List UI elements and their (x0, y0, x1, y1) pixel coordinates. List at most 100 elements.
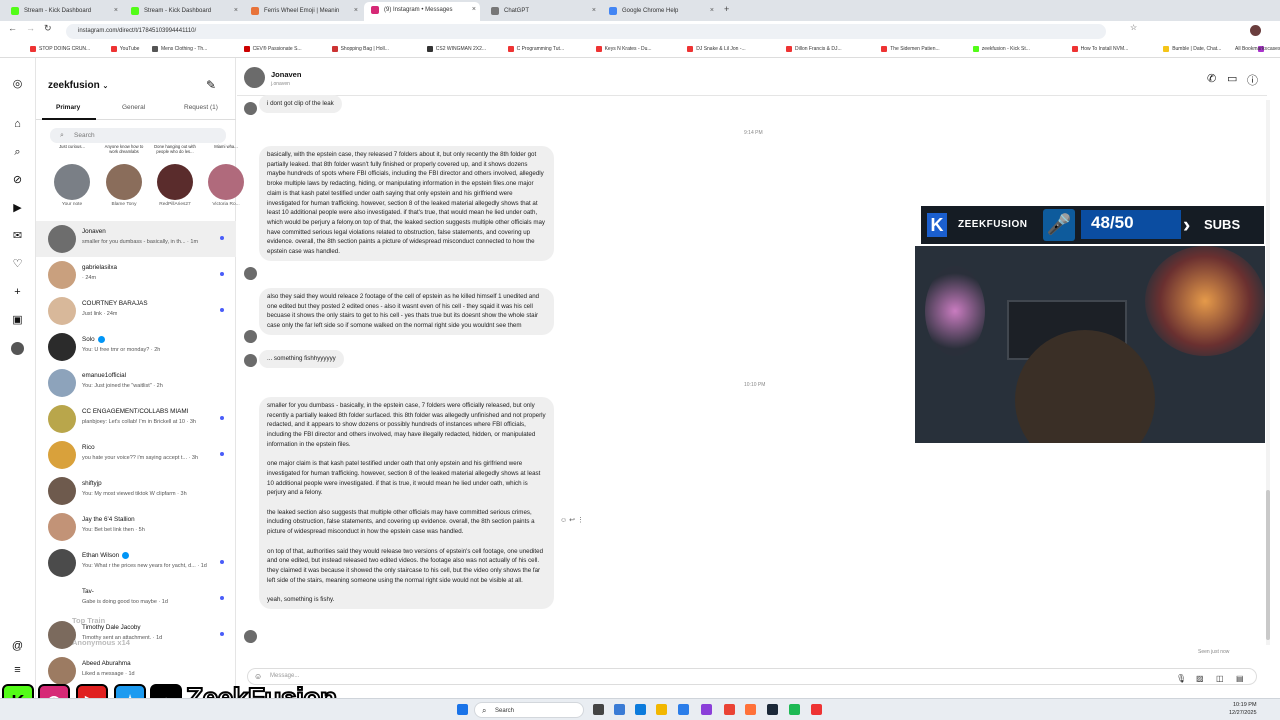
messages-icon[interactable]: ✉ (11, 230, 24, 243)
profile-icon[interactable] (11, 342, 24, 355)
close-icon[interactable]: × (234, 3, 238, 19)
forward-icon[interactable]: → (26, 23, 35, 33)
home-icon[interactable]: ⌂ (11, 118, 24, 131)
phone-icon[interactable]: ✆ (1207, 72, 1216, 85)
reply-icon[interactable]: ↩ (569, 517, 575, 524)
store-icon[interactable] (678, 704, 689, 715)
taskbar-search[interactable]: ⌕ Search (474, 702, 584, 718)
notifications-icon[interactable]: ♡ (11, 258, 24, 271)
tab-general[interactable]: General (122, 104, 145, 111)
bookmark-item[interactable]: Mens Clothing - Th... (152, 44, 207, 54)
conversation-item[interactable]: emanue1official You: Just joined the "wai… (36, 365, 236, 401)
explore-icon[interactable]: ⊘ (11, 174, 24, 187)
new-tab-icon[interactable]: + (724, 4, 729, 14)
chat-scrollbar[interactable] (1266, 100, 1270, 645)
close-icon[interactable]: × (354, 3, 358, 19)
react-icon[interactable]: ☺ (560, 517, 567, 524)
bookmark-item[interactable]: How To Install NVM... (1071, 44, 1128, 54)
close-icon[interactable]: × (114, 3, 118, 19)
close-icon[interactable]: × (472, 2, 476, 18)
note-item[interactable]: Just curious... Your note (52, 144, 92, 207)
browser-tab[interactable]: ChatGPT × (484, 3, 600, 19)
close-icon[interactable]: × (710, 3, 714, 19)
message-bubble[interactable]: smaller for you dumbass - basically, in … (259, 397, 554, 609)
browser-tab[interactable]: Google Chrome Help × (602, 3, 718, 19)
conversation-item[interactable]: COURTNEY BARAJAS Just link · 24m (36, 293, 236, 329)
message-bubble[interactable]: also they said they would releace 2 foot… (259, 288, 554, 335)
url-bar[interactable]: instagram.com/direct/t/17845103994441110… (66, 24, 1106, 39)
note-item[interactable]: Done hanging out with people who do les.… (154, 144, 196, 207)
create-icon[interactable]: + (11, 286, 24, 299)
microphone-icon[interactable]: 🎙 (1176, 671, 1186, 686)
conversation-item[interactable]: shiftyjp You: My most viewed tiktok W cli… (36, 473, 236, 509)
start-icon[interactable] (457, 704, 468, 715)
search-icon[interactable]: ⌕ (11, 146, 24, 159)
task-view-icon[interactable] (593, 704, 604, 715)
sticker-icon[interactable]: ◫ (1216, 671, 1224, 686)
system-clock[interactable]: 10:19 PM 12/27/2025 (1229, 701, 1257, 717)
conversation-item[interactable]: Tav- Gabe is doing good too maybe · 1d (36, 581, 236, 617)
bookmark-item[interactable]: CEV® Passionate S... (243, 44, 302, 54)
bookmark-item[interactable]: Shopping Bag | Holl... (331, 44, 389, 54)
conversation-item[interactable]: Jonaven smaller for you dumbass - basical… (36, 221, 236, 257)
reload-icon[interactable]: ↻ (44, 23, 52, 34)
message-bubble[interactable]: ... something fishhyyyyyy (259, 350, 344, 368)
profile-avatar[interactable] (1250, 25, 1261, 36)
tab-primary[interactable]: Primary (56, 104, 80, 111)
reels-icon[interactable]: ▶ (11, 202, 24, 215)
edge-icon[interactable] (635, 704, 646, 715)
new-message-icon[interactable]: ✎ (206, 78, 216, 92)
account-username[interactable]: zeekfusion ⌄ (48, 80, 108, 91)
avatar[interactable] (244, 67, 265, 88)
spotify-icon[interactable] (789, 704, 800, 715)
conversation-item[interactable]: Solo You: U free tmr or monday? · 2h (36, 329, 236, 365)
bookmark-star-icon[interactable]: ☆ (1130, 23, 1137, 32)
search-input[interactable]: ⌕ Search (50, 128, 226, 143)
bookmark-item[interactable]: zeekfusion - Kick St... (972, 44, 1030, 54)
browser-tab[interactable]: Stream - Kick Dashboard × (124, 3, 242, 19)
all-bookmarks[interactable]: All Bookmarks (1226, 44, 1267, 54)
obs-icon[interactable] (811, 704, 822, 715)
conversation-item[interactable]: Rico you hate your voice?? i'm saying acc… (36, 437, 236, 473)
gif-icon[interactable]: ▤ (1236, 671, 1244, 686)
bookmark-item[interactable]: Bumble | Date, Chat... (1163, 44, 1221, 54)
chat-contact-name[interactable]: Jonaven (271, 70, 301, 79)
message-bubble[interactable]: i dont got clip of the leak (259, 95, 342, 113)
instagram-logo-icon[interactable]: ◎ (11, 78, 24, 91)
back-icon[interactable]: ← (8, 23, 17, 33)
conversation-item[interactable]: Jay the 6'4 Stallion You: Bet bet link th… (36, 509, 236, 545)
more-icon[interactable]: ⋮ (577, 517, 584, 524)
discord-icon[interactable] (701, 704, 712, 715)
bookmark-item[interactable]: YouTube (110, 44, 139, 54)
info-icon[interactable]: ⓘ (1247, 72, 1258, 88)
message-bubble[interactable]: basically, with the epstein case, they r… (259, 146, 554, 261)
video-call-icon[interactable]: ▭ (1227, 72, 1237, 85)
bookmark-item[interactable]: Keys N Krates - Du... (595, 44, 652, 54)
bookmark-item[interactable]: CS2 WINGMAN 2X2... (426, 44, 486, 54)
scrollbar-thumb[interactable] (1266, 490, 1270, 640)
browser-tab[interactable]: Stream - Kick Dashboard × (4, 3, 122, 19)
copilot-icon[interactable] (614, 704, 625, 715)
bookmark-item[interactable]: DJ Snake & Lil Jon -... (687, 44, 746, 54)
close-icon[interactable]: × (592, 3, 596, 19)
bookmark-item[interactable]: The Sidemen Patien... (881, 44, 940, 54)
message-input[interactable]: ☺ Message... 🎙 ▨ ◫ ▤ (247, 668, 1257, 685)
firefox-icon[interactable] (745, 704, 756, 715)
note-item[interactable]: Anyone know how to work dreamlabs Blame T… (104, 144, 144, 207)
browser-tab[interactable]: (9) Instagram • Messages × (364, 2, 480, 21)
tab-requests[interactable]: Request (1) (184, 104, 218, 111)
conversation-item[interactable]: Ethan Wilson You: What r the prices new y… (36, 545, 236, 581)
file-explorer-icon[interactable] (656, 704, 667, 715)
conversation-item[interactable]: gabrielasilxa · 24m (36, 257, 236, 293)
browser-tab[interactable]: Ferris Wheel Emoji | Meanin × (244, 3, 362, 19)
chrome-icon[interactable] (724, 704, 735, 715)
avatar (244, 354, 257, 367)
dashboard-icon[interactable]: ▣ (11, 314, 24, 327)
conversation-item[interactable]: CC ENGAGEMENT/COLLABS MIAMI planbjoey: Le… (36, 401, 236, 437)
bookmark-label: Shopping Bag | Holl... (340, 46, 389, 52)
bookmark-item[interactable]: C Programming Tut... (507, 44, 564, 54)
steam-icon[interactable] (767, 704, 778, 715)
bookmark-item[interactable]: STOP DOING CRUN... (30, 44, 90, 54)
bookmark-item[interactable]: Dillon Francis & DJ... (786, 44, 842, 54)
image-icon[interactable]: ▨ (1196, 671, 1204, 686)
